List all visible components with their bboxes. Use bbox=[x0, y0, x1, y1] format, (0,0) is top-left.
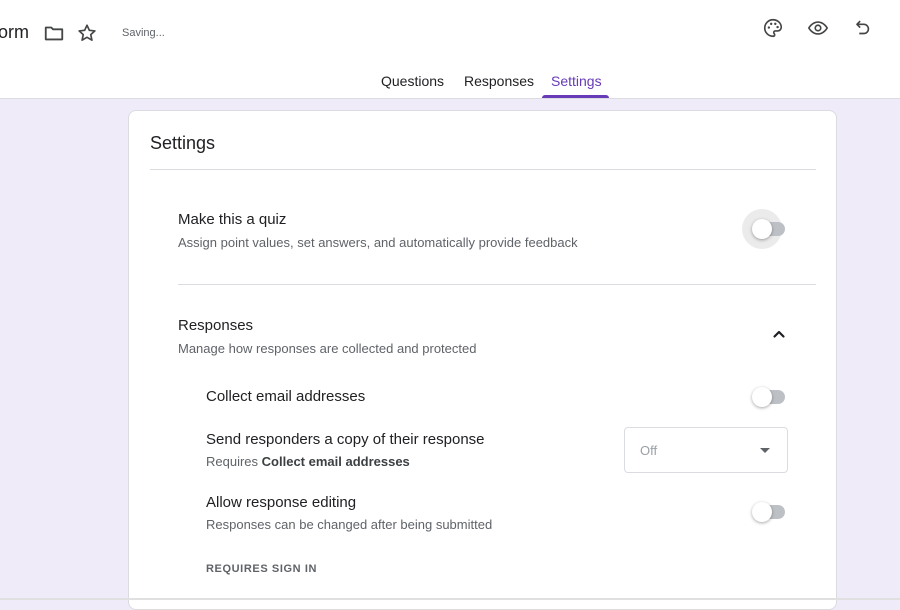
send-copy-title: Send responders a copy of their response bbox=[206, 431, 485, 448]
settings-card: Settings Make this a quiz Assign point v… bbox=[128, 110, 837, 610]
quiz-title: Make this a quiz bbox=[178, 211, 287, 228]
saving-status: Saving... bbox=[122, 27, 165, 39]
tab-responses[interactable]: Responses bbox=[464, 73, 534, 89]
send-copy-dropdown[interactable]: Off bbox=[624, 427, 788, 473]
responses-description: Manage how responses are collected and p… bbox=[178, 341, 477, 356]
active-tab-indicator bbox=[542, 95, 609, 98]
collect-email-toggle[interactable] bbox=[752, 387, 788, 407]
toggle-thumb bbox=[752, 219, 772, 239]
section-divider bbox=[178, 284, 816, 285]
dropdown-caret-icon bbox=[760, 448, 770, 453]
palette-icon[interactable] bbox=[761, 16, 785, 40]
requires-setting-name: Collect email addresses bbox=[261, 454, 410, 469]
responses-title: Responses bbox=[178, 317, 254, 334]
allow-editing-toggle[interactable] bbox=[752, 502, 788, 522]
settings-title: Settings bbox=[150, 133, 216, 153]
star-icon[interactable] bbox=[75, 21, 99, 45]
tab-settings[interactable]: Settings bbox=[551, 73, 602, 89]
toggle-thumb bbox=[752, 502, 772, 522]
quiz-toggle[interactable] bbox=[742, 209, 788, 249]
requires-sign-in-label: REQUIRES SIGN IN bbox=[206, 563, 318, 575]
quiz-description: Assign point values, set answers, and au… bbox=[178, 235, 578, 250]
allow-editing-description: Responses can be changed after being sub… bbox=[206, 517, 493, 532]
chevron-up-icon[interactable] bbox=[772, 327, 786, 341]
tab-questions[interactable]: Questions bbox=[381, 73, 444, 89]
form-title[interactable]: orm bbox=[0, 22, 29, 43]
eye-icon[interactable] bbox=[806, 16, 830, 40]
folder-icon[interactable] bbox=[42, 21, 66, 45]
allow-editing-title: Allow response editing bbox=[206, 494, 357, 511]
dropdown-value: Off bbox=[640, 443, 658, 458]
title-divider bbox=[150, 169, 816, 170]
requires-prefix: Requires bbox=[206, 454, 259, 469]
toggle-thumb bbox=[752, 387, 772, 407]
top-bar: orm Saving... Questions Responses Settin… bbox=[0, 0, 900, 99]
undo-icon[interactable] bbox=[850, 16, 874, 40]
tab-bar: Questions Responses Settings bbox=[0, 62, 900, 99]
send-copy-requirement: Requires Collect email addresses bbox=[206, 454, 410, 469]
collect-email-title: Collect email addresses bbox=[206, 388, 366, 405]
